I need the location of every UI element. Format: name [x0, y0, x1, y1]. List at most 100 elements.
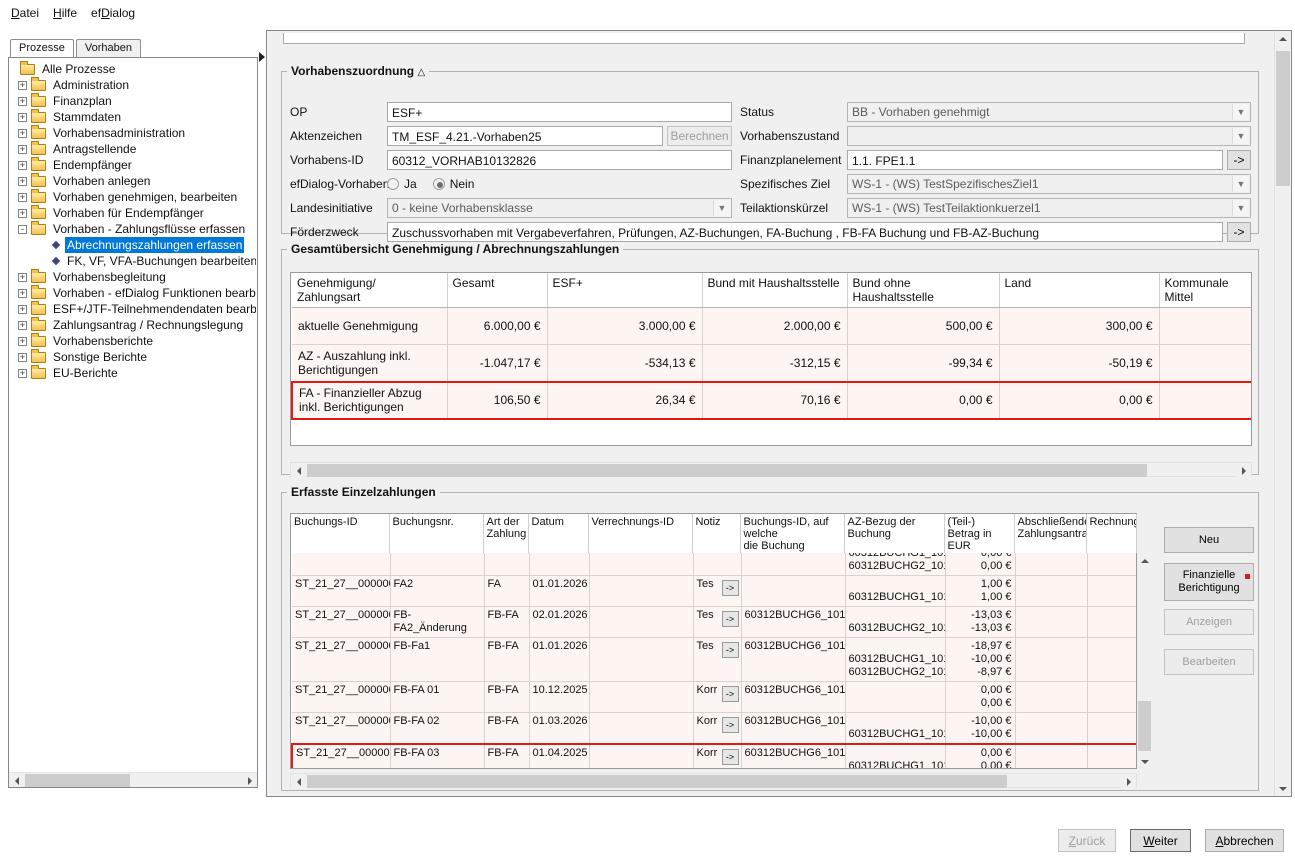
notiz-detail-button[interactable]: -> — [722, 749, 739, 765]
tree-item[interactable]: + Administration — [10, 77, 256, 93]
finanzplanelement-input[interactable] — [847, 150, 1223, 170]
payment-row[interactable]: ST_21_27__000000 FB-FA 01 FB-FA 10.12.20… — [292, 682, 1137, 713]
tree-item[interactable]: + Vorhabensbegleitung — [10, 269, 256, 285]
tree-toggle-icon[interactable]: + — [18, 145, 27, 154]
scroll-down-button[interactable] — [1137, 754, 1152, 769]
tree-toggle-icon[interactable]: + — [18, 129, 27, 138]
tree-toggle-icon[interactable]: + — [18, 193, 27, 202]
payment-row[interactable]: ST_21_27__000000 FB-FA 02 FB-FA 01.03.20… — [292, 713, 1137, 745]
tree-item[interactable]: + Vorhabensberichte — [10, 333, 256, 349]
scroll-left-button[interactable] — [291, 774, 306, 789]
payment-row[interactable]: ST_21_27__000000 FB-FA2_Änderung FB-FA 0… — [292, 607, 1137, 638]
tree-toggle-icon[interactable]: + — [18, 177, 27, 186]
tree-item[interactable]: + Vorhaben - efDialog Funktionen bearbei… — [10, 285, 256, 301]
tree-toggle-icon[interactable]: + — [18, 273, 27, 282]
tree-item[interactable]: + Stammdaten — [10, 109, 256, 125]
foerderzweck-input[interactable] — [387, 222, 1223, 242]
tree-toggle-icon[interactable]: + — [18, 97, 27, 106]
berechnen-button[interactable]: Berechnen — [667, 126, 732, 146]
tree-toggle-icon[interactable]: + — [18, 337, 27, 346]
scroll-up-button[interactable] — [1137, 553, 1152, 568]
menu-item[interactable]: Hilfe — [46, 2, 84, 24]
payment-row[interactable]: ST_21_27__000000 FA2 FA 01.01.2026 Tes->… — [292, 576, 1137, 607]
table-row[interactable]: FA - Finanzieller Abzug inkl. Berichtigu… — [292, 382, 1252, 419]
abbrechen-button[interactable]: Abbrechen — [1205, 829, 1284, 852]
tree-toggle-icon[interactable]: + — [18, 161, 27, 170]
payment-row[interactable]: ST_21_27__000000 FB-Fa1 FB-FA 01.01.2026… — [292, 638, 1137, 682]
notiz-detail-button[interactable]: -> — [722, 717, 739, 733]
scroll-up-button[interactable] — [1275, 31, 1290, 46]
anzeigen-button[interactable]: Anzeigen — [1164, 609, 1254, 635]
radio-nein[interactable]: Nein — [433, 177, 475, 191]
bearbeiten-button[interactable]: Bearbeiten — [1164, 649, 1254, 675]
teilaktionskuerzel-select[interactable]: WS-1 - (WS) TestTeilaktionkuerzel1 ▼ — [847, 198, 1251, 218]
payment-row[interactable]: ST_21_27__000000 FB-FA 03 FB-FA 01.04.20… — [292, 744, 1137, 769]
tree-item[interactable]: Alle Prozesse — [10, 61, 256, 77]
tree-toggle-icon[interactable]: + — [18, 369, 27, 378]
menu-item[interactable]: efDialog — [84, 2, 142, 24]
scrollbar-thumb[interactable] — [1276, 51, 1290, 186]
einzel-horizontal-scrollbar[interactable] — [290, 773, 1137, 788]
notiz-detail-button[interactable]: -> — [722, 580, 739, 596]
collapse-icon[interactable]: △ — [417, 67, 425, 78]
tree-item[interactable]: + Vorhaben für Endempfänger — [10, 205, 256, 221]
sidebar-horizontal-scrollbar[interactable] — [9, 772, 257, 787]
einzel-vertical-scrollbar[interactable] — [1137, 553, 1153, 769]
zurueck-button[interactable]: Zurück — [1058, 829, 1116, 852]
finanzplanelement-detail-button[interactable]: -> — [1227, 150, 1251, 170]
tab-vorhaben[interactable]: Vorhaben — [76, 39, 141, 58]
tree-toggle-icon[interactable]: + — [18, 209, 27, 218]
tree-toggle-icon[interactable]: - — [18, 225, 27, 234]
tree-item[interactable]: + Finanzplan — [10, 93, 256, 109]
tree-item[interactable]: FK, VF, VFA-Buchungen bearbeiten — [10, 253, 256, 269]
tree-item[interactable]: + Vorhaben genehmigen, bearbeiten — [10, 189, 256, 205]
notiz-detail-button[interactable]: -> — [722, 686, 739, 702]
foerderzweck-detail-button[interactable]: -> — [1227, 222, 1251, 242]
scroll-left-button[interactable] — [291, 463, 306, 478]
tree-item[interactable]: + Vorhaben anlegen — [10, 173, 256, 189]
scroll-down-button[interactable] — [1275, 781, 1290, 796]
notiz-detail-button[interactable]: -> — [722, 611, 739, 627]
spezifisches-ziel-select[interactable]: WS-1 - (WS) TestSpezifischesZiel1 ▼ — [847, 174, 1251, 194]
tree-toggle-icon[interactable]: + — [18, 113, 27, 122]
tree-item[interactable]: + ESF+/JTF-Teilnehmendendaten bearbeiten — [10, 301, 256, 317]
tab-prozesse[interactable]: Prozesse — [10, 39, 74, 59]
status-select[interactable]: BB - Vorhaben genehmigt ▼ — [847, 102, 1251, 122]
scroll-right-button[interactable] — [1121, 774, 1136, 789]
scrollbar-thumb[interactable] — [25, 774, 130, 787]
vorhabens-id-input[interactable] — [387, 150, 732, 170]
main-vertical-scrollbar[interactable] — [1274, 31, 1291, 796]
landesinitiative-select[interactable]: 0 - keine Vorhabensklasse ▼ — [387, 198, 732, 218]
op-input[interactable] — [387, 102, 732, 122]
scrollbar-thumb[interactable] — [307, 464, 1147, 477]
scrollbar-thumb[interactable] — [1138, 701, 1151, 751]
tree-toggle-icon[interactable]: + — [18, 289, 27, 298]
tree-item[interactable]: + Vorhabensadministration — [10, 125, 256, 141]
tree-item[interactable]: + Zahlungsantrag / Rechnungslegung — [10, 317, 256, 333]
payment-row[interactable]: -> 60312BUCHG1_1013 60312BUCHG2_1013 0,0… — [292, 553, 1137, 576]
splitter-collapse-icon[interactable] — [259, 52, 265, 62]
tree-toggle-icon[interactable]: + — [18, 305, 27, 314]
gesamt-horizontal-scrollbar[interactable] — [290, 462, 1252, 477]
tree-item[interactable]: + EU-Berichte — [10, 365, 256, 381]
notiz-detail-button[interactable]: -> — [722, 642, 739, 658]
tree-item[interactable]: + Antragstellende — [10, 141, 256, 157]
table-row[interactable]: AZ - Auszahlung inkl. Berichtigungen -1.… — [292, 345, 1252, 382]
table-row[interactable]: aktuelle Genehmigung 6.000,00 € 3.000,00… — [292, 308, 1252, 345]
finanzielle-berichtigung-button[interactable]: Finanzielle Berichtigung — [1164, 563, 1254, 601]
tree-item[interactable]: + Endempfänger — [10, 157, 256, 173]
tree-toggle-icon[interactable]: + — [18, 321, 27, 330]
neu-button[interactable]: Neu — [1164, 527, 1254, 553]
radio-ja[interactable]: Ja — [387, 177, 417, 191]
tree-toggle-icon[interactable]: + — [18, 81, 27, 90]
scroll-right-button[interactable] — [1236, 463, 1251, 478]
aktenzeichen-input[interactable] — [387, 126, 663, 146]
tree-item[interactable]: + Sonstige Berichte — [10, 349, 256, 365]
scrollbar-thumb[interactable] — [307, 775, 1007, 788]
menu-item[interactable]: Datei — [4, 2, 46, 24]
tree-toggle-icon[interactable]: + — [18, 353, 27, 362]
weiter-button[interactable]: Weiter — [1130, 829, 1191, 852]
scroll-left-button[interactable] — [9, 773, 24, 788]
vorhabenszustand-select[interactable]: ▼ — [847, 126, 1251, 146]
tree-item[interactable]: Abrechnungszahlungen erfassen — [10, 237, 256, 253]
